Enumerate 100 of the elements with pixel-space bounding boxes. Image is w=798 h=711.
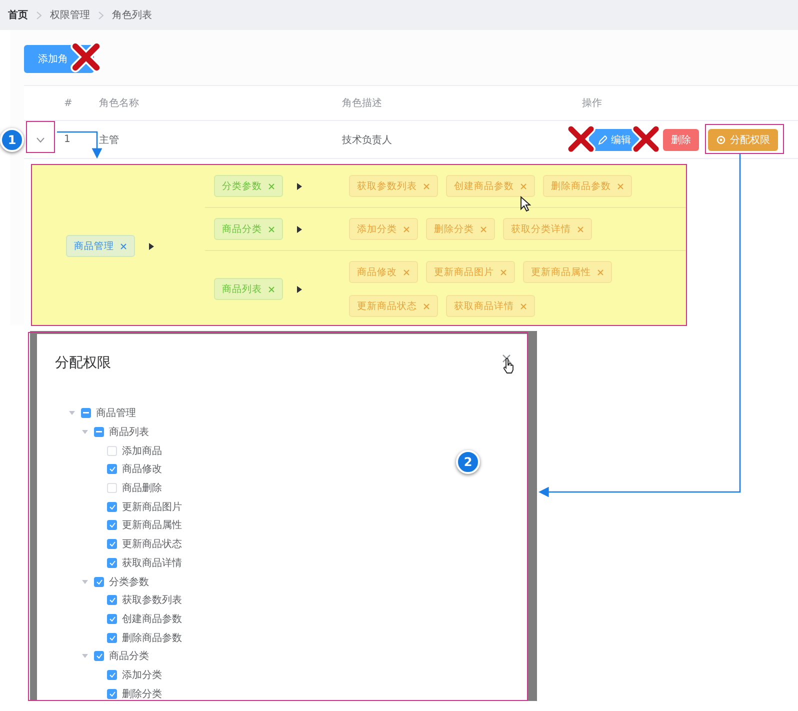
check-icon bbox=[108, 616, 116, 622]
tree-node-label: 创建商品参数 bbox=[122, 612, 182, 626]
permission-tag: 更新商品图片 bbox=[426, 261, 515, 283]
permission-tag: 商品管理 bbox=[66, 235, 135, 257]
checkbox[interactable] bbox=[107, 595, 117, 606]
tree-node-label: 删除分类 bbox=[122, 688, 162, 701]
checkbox[interactable] bbox=[107, 688, 117, 699]
tree-node-label: 商品修改 bbox=[122, 462, 162, 476]
checkbox[interactable] bbox=[107, 520, 117, 530]
tree-node-label: 更新商品状态 bbox=[122, 538, 182, 552]
tree-node-label: 更新商品属性 bbox=[122, 518, 182, 532]
caret-icon bbox=[297, 182, 302, 190]
dialog-title: 分配权限 bbox=[55, 354, 111, 372]
column-header: 角色名称 bbox=[91, 85, 334, 121]
caret-icon[interactable] bbox=[68, 410, 76, 416]
column-header: # bbox=[56, 85, 91, 121]
checkbox[interactable] bbox=[94, 651, 104, 662]
check-icon bbox=[108, 541, 116, 548]
hand-cursor-icon bbox=[502, 358, 514, 374]
close-icon[interactable] bbox=[617, 182, 624, 190]
breadcrumb-item[interactable]: 首页 bbox=[8, 8, 28, 22]
breadcrumb-item[interactable]: 权限管理 bbox=[50, 8, 90, 22]
header-cell bbox=[24, 85, 56, 121]
chevron-icon bbox=[36, 10, 42, 20]
permission-tag: 更新商品状态 bbox=[349, 295, 438, 317]
cross-mark-icon bbox=[631, 124, 661, 154]
cursor-icon bbox=[520, 196, 531, 212]
tree-node-label: 分类参数 bbox=[109, 576, 149, 589]
checkbox[interactable] bbox=[94, 576, 104, 587]
settings-icon bbox=[716, 134, 726, 144]
check-icon bbox=[108, 466, 116, 472]
permission-tag: 商品列表 bbox=[214, 278, 283, 300]
caret-icon bbox=[297, 286, 302, 292]
permission-tag: 分类参数 bbox=[214, 175, 283, 197]
check-icon bbox=[108, 597, 116, 604]
tree-node-label: 添加分类 bbox=[122, 668, 162, 682]
checkbox[interactable] bbox=[81, 408, 91, 418]
check-icon bbox=[108, 690, 116, 697]
minus-icon bbox=[83, 412, 89, 414]
cross-mark-icon bbox=[70, 41, 102, 73]
permission-tag: 删除分类 bbox=[426, 218, 495, 240]
caret-icon bbox=[297, 226, 302, 232]
tree-node-label: 商品列表 bbox=[109, 426, 149, 440]
check-icon bbox=[108, 560, 116, 566]
permission-tag: 添加分类 bbox=[349, 218, 418, 240]
breadcrumb-item[interactable]: 角色列表 bbox=[112, 8, 152, 22]
close-icon[interactable] bbox=[520, 182, 527, 190]
checkbox[interactable] bbox=[94, 427, 104, 438]
minus-icon bbox=[96, 431, 102, 434]
close-icon[interactable] bbox=[597, 268, 604, 276]
checkbox[interactable] bbox=[107, 558, 117, 568]
assign-button[interactable]: 分配权限 bbox=[708, 128, 778, 150]
table-cell: 主管 bbox=[91, 121, 334, 159]
checkbox[interactable] bbox=[107, 670, 117, 680]
checkbox[interactable] bbox=[107, 632, 117, 643]
check-icon bbox=[96, 578, 102, 585]
caret-icon[interactable] bbox=[81, 653, 89, 660]
close-icon[interactable] bbox=[577, 226, 584, 232]
check-icon bbox=[108, 672, 116, 678]
edit-icon bbox=[597, 134, 607, 144]
chevron-icon bbox=[98, 10, 104, 20]
close-icon[interactable] bbox=[423, 182, 430, 190]
close-icon[interactable] bbox=[520, 302, 527, 310]
column-header: 角色描述 bbox=[334, 85, 574, 121]
permission-tag: 获取商品详情 bbox=[446, 295, 535, 317]
checkbox[interactable] bbox=[107, 502, 117, 512]
delete-button[interactable]: 删除 bbox=[663, 128, 699, 150]
close-icon[interactable] bbox=[268, 182, 275, 190]
close-icon[interactable] bbox=[423, 302, 430, 310]
close-icon[interactable] bbox=[403, 226, 410, 232]
step-marker: 1 bbox=[0, 128, 24, 152]
permission-tag: 商品分类 bbox=[214, 218, 283, 240]
close-icon[interactable] bbox=[480, 226, 487, 232]
cross-mark-icon bbox=[566, 124, 596, 154]
tree-node-label: 获取商品详情 bbox=[122, 556, 182, 570]
close-icon[interactable] bbox=[268, 226, 275, 232]
check-icon bbox=[108, 634, 116, 641]
checkbox[interactable] bbox=[107, 539, 117, 550]
checkbox[interactable] bbox=[107, 614, 117, 624]
tree-node-label: 删除商品参数 bbox=[122, 632, 182, 645]
check-icon bbox=[108, 522, 116, 528]
permission-tag: 更新商品属性 bbox=[523, 261, 612, 283]
permission-tag: 删除商品参数 bbox=[543, 175, 632, 197]
caret-icon[interactable] bbox=[81, 578, 89, 585]
permission-tag: 获取参数列表 bbox=[349, 175, 438, 197]
caret-icon[interactable] bbox=[81, 429, 89, 436]
tree-node-label: 商品删除 bbox=[122, 482, 162, 496]
checkbox[interactable] bbox=[107, 464, 117, 474]
check-icon bbox=[96, 653, 102, 660]
close-icon[interactable] bbox=[120, 242, 127, 250]
tree-node-label: 更新商品图片 bbox=[122, 500, 182, 514]
column-header: 操作 bbox=[574, 85, 798, 121]
tree-node-label: 商品分类 bbox=[109, 650, 149, 664]
table-cell: 技术负责人 bbox=[334, 121, 574, 159]
close-icon[interactable] bbox=[403, 268, 410, 276]
tree-node-label: 商品管理 bbox=[96, 406, 136, 420]
close-icon[interactable] bbox=[268, 286, 275, 292]
expand-icon[interactable] bbox=[36, 136, 44, 142]
permission-tag: 商品修改 bbox=[349, 261, 418, 283]
close-icon[interactable] bbox=[500, 268, 507, 276]
